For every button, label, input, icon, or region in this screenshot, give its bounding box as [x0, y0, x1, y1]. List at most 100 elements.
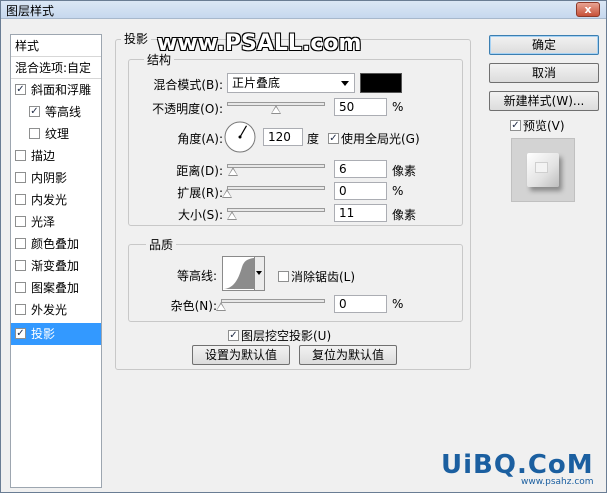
angle-dial[interactable] — [223, 120, 257, 154]
layer-style-dialog: 图层样式 x 样式 混合选项:自定 ✓ 斜面和浮雕 ✓ 等高线 纹理 描边 内阴影 … — [0, 0, 607, 493]
checkbox[interactable] — [15, 282, 26, 293]
list-item-outer-glow[interactable]: 外发光 — [11, 299, 101, 321]
antialias-checkbox[interactable] — [278, 271, 289, 282]
distance-label: 距离(D): — [176, 164, 223, 178]
opacity-label: 不透明度(O): — [152, 102, 223, 116]
preview-option[interactable]: ✓ 预览(V) — [510, 117, 565, 134]
reset-default-button[interactable]: 复位为默认值 — [299, 345, 397, 365]
list-item-label: 混合选项:自定 — [15, 61, 92, 75]
checkbox[interactable] — [15, 150, 26, 161]
style-preview-thumbnail — [511, 138, 575, 202]
blend-mode-value: 正片叠底 — [232, 76, 281, 90]
list-item-styles[interactable]: 样式 — [11, 35, 101, 57]
opacity-percent: % — [392, 100, 404, 114]
checkbox[interactable] — [15, 304, 26, 315]
close-button[interactable]: x — [576, 2, 600, 17]
global-light-checkbox[interactable]: ✓ — [328, 133, 339, 144]
contour-picker[interactable] — [222, 256, 265, 291]
noise-slider-thumb[interactable] — [216, 302, 226, 311]
size-slider-track[interactable] — [227, 208, 325, 212]
size-input[interactable]: 11 — [334, 204, 387, 222]
list-item-inner-glow[interactable]: 内发光 — [11, 189, 101, 211]
list-item-label: 纹理 — [45, 127, 70, 141]
noise-percent: % — [392, 297, 404, 311]
list-item-pattern-overlay[interactable]: 图案叠加 — [11, 277, 101, 299]
list-item-color-overlay[interactable]: 颜色叠加 — [11, 233, 101, 255]
chevron-down-icon — [256, 271, 262, 275]
angle-input[interactable]: 120 — [263, 128, 303, 146]
list-item-stroke[interactable]: 描边 — [11, 145, 101, 167]
list-item-satin[interactable]: 光泽 — [11, 211, 101, 233]
list-item-label: 投影 — [31, 327, 56, 341]
spread-label: 扩展(R): — [177, 186, 223, 200]
preview-shape — [527, 153, 559, 187]
distance-slider-thumb[interactable] — [227, 167, 238, 176]
checkbox[interactable]: ✓ — [15, 328, 26, 339]
watermark-bottom-small: www.psahz.com — [521, 477, 594, 487]
style-list: 样式 混合选项:自定 ✓ 斜面和浮雕 ✓ 等高线 纹理 描边 内阴影 内发光 光泽 … — [10, 34, 102, 488]
checkbox[interactable] — [15, 172, 26, 183]
list-item-label: 样式 — [15, 39, 40, 53]
size-slider-thumb[interactable] — [226, 211, 237, 220]
checkbox[interactable] — [15, 260, 26, 271]
list-item-texture[interactable]: 纹理 — [11, 123, 101, 145]
preview-checkbox[interactable]: ✓ — [510, 120, 521, 131]
noise-label: 杂色(N): — [170, 299, 217, 313]
list-item-label: 外发光 — [31, 303, 68, 317]
opacity-slider-thumb[interactable] — [271, 105, 281, 114]
list-item-label: 等高线 — [45, 105, 82, 119]
spread-input[interactable]: 0 — [334, 182, 387, 200]
contour-label: 等高线: — [176, 269, 217, 283]
chevron-down-icon — [341, 81, 349, 86]
checkbox[interactable] — [15, 216, 26, 227]
list-item-label: 斜面和浮雕 — [31, 83, 92, 97]
contour-dropdown[interactable] — [254, 257, 264, 290]
list-item-bevel-emboss[interactable]: ✓ 斜面和浮雕 — [11, 79, 101, 101]
preview-label: 预览(V) — [523, 119, 565, 133]
noise-slider-track[interactable] — [221, 299, 325, 303]
knockout-label: 图层挖空投影(U) — [241, 329, 332, 343]
checkbox[interactable]: ✓ — [29, 106, 40, 117]
new-style-button[interactable]: 新建样式(W)... — [489, 91, 599, 111]
checkbox[interactable]: ✓ — [15, 84, 26, 95]
distance-slider-track[interactable] — [227, 164, 325, 168]
cancel-button[interactable]: 取消 — [489, 63, 599, 83]
noise-input[interactable]: 0 — [334, 295, 387, 313]
spread-percent: % — [392, 184, 404, 198]
checkbox[interactable] — [15, 238, 26, 249]
spread-slider-thumb[interactable] — [222, 189, 232, 198]
list-item-inner-shadow[interactable]: 内阴影 — [11, 167, 101, 189]
knockout-option[interactable]: ✓ 图层挖空投影(U) — [228, 327, 331, 344]
distance-unit: 像素 — [392, 164, 417, 178]
shadow-color-swatch[interactable] — [360, 73, 402, 93]
distance-input[interactable]: 6 — [334, 160, 387, 178]
opacity-input[interactable]: 50 — [334, 98, 387, 116]
global-light-option[interactable]: ✓ 使用全局光(G) — [328, 130, 420, 147]
checkbox[interactable] — [15, 194, 26, 205]
list-item-label: 内发光 — [31, 193, 68, 207]
ok-button[interactable]: 确定 — [489, 35, 599, 55]
antialias-label: 消除锯齿(L) — [291, 270, 356, 284]
list-item-drop-shadow[interactable]: ✓ 投影 — [11, 323, 101, 345]
list-item-contour[interactable]: ✓ 等高线 — [11, 101, 101, 123]
window-title: 图层样式 — [6, 4, 55, 18]
angle-unit: 度 — [307, 132, 320, 146]
blend-mode-select[interactable]: 正片叠底 — [227, 73, 355, 93]
list-item-label: 图案叠加 — [31, 281, 80, 295]
title-bar[interactable]: 图层样式 x — [1, 1, 606, 19]
list-item-blending-options[interactable]: 混合选项:自定 — [11, 57, 101, 79]
list-item-label: 颜色叠加 — [31, 237, 80, 251]
list-item-gradient-overlay[interactable]: 渐变叠加 — [11, 255, 101, 277]
size-label: 大小(S): — [177, 208, 223, 222]
preview-inner-shape — [535, 162, 548, 173]
watermark-top: www.PSALL.com — [157, 31, 362, 56]
size-unit: 像素 — [392, 208, 417, 222]
checkbox[interactable] — [29, 128, 40, 139]
spread-slider-track[interactable] — [227, 186, 325, 190]
make-default-button[interactable]: 设置为默认值 — [192, 345, 290, 365]
antialias-option[interactable]: 消除锯齿(L) — [278, 268, 355, 285]
list-item-label: 渐变叠加 — [31, 259, 80, 273]
knockout-checkbox[interactable]: ✓ — [228, 330, 239, 341]
global-light-label: 使用全局光(G) — [341, 132, 420, 146]
angle-label: 角度(A): — [177, 132, 223, 146]
